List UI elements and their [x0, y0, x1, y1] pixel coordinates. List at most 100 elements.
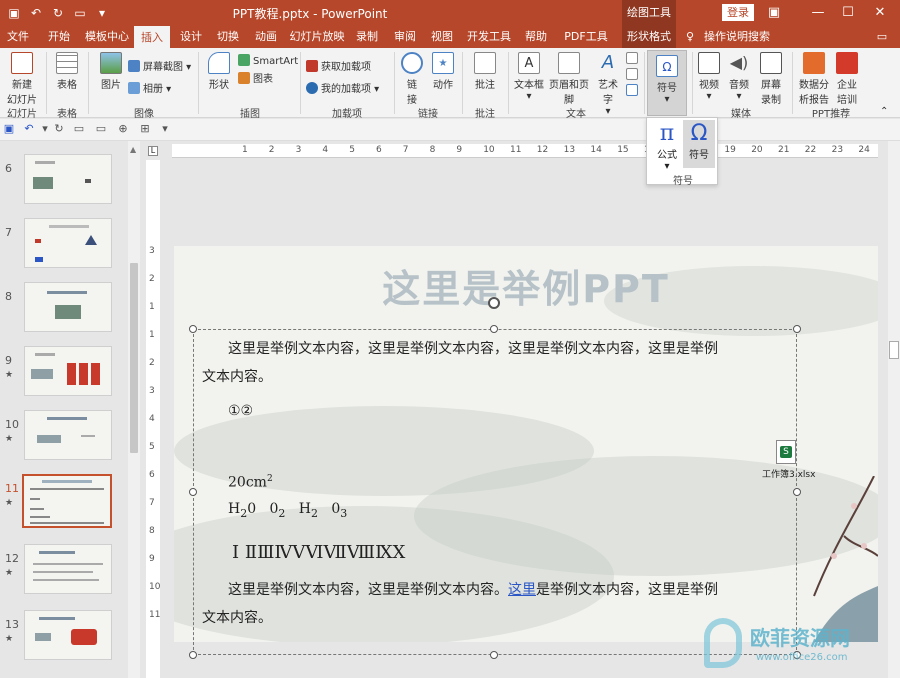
table-button[interactable]: 表格: [52, 52, 82, 91]
resize-handle[interactable]: [189, 651, 197, 659]
thumbnail-row[interactable]: 6: [0, 154, 126, 216]
tab-transitions[interactable]: 切换: [212, 26, 244, 48]
text-box-selected[interactable]: [193, 329, 797, 655]
resize-handle[interactable]: [793, 325, 801, 333]
chart-button[interactable]: 图表: [238, 70, 273, 85]
tab-home[interactable]: 开始: [42, 26, 76, 48]
customize-qat-icon[interactable]: ▾: [158, 122, 172, 136]
scroll-up-icon[interactable]: ▲: [130, 145, 136, 154]
thumbnail-row[interactable]: 11 ★: [0, 474, 126, 536]
format-painter-icon[interactable]: ⊞: [138, 122, 152, 136]
redo-icon[interactable]: ↻: [52, 122, 66, 136]
editor-scrollbar[interactable]: [888, 141, 900, 678]
thumbnail-row[interactable]: 10 ★: [0, 410, 126, 472]
roman-numerals[interactable]: Ⅰ ⅡⅢⅣⅤⅥⅦⅧⅨⅩ: [232, 538, 405, 568]
tab-animations[interactable]: 动画: [250, 26, 282, 48]
start-from-beginning-icon[interactable]: ▭: [72, 122, 86, 136]
tab-help[interactable]: 帮助: [520, 26, 552, 48]
thumbnail-row[interactable]: 7: [0, 218, 126, 280]
minimize-icon[interactable]: —: [808, 3, 828, 23]
collapse-ribbon-icon[interactable]: ⌃: [880, 106, 888, 117]
text-extras-column[interactable]: [624, 52, 640, 98]
paragraph-2-line-2[interactable]: 文本内容。: [202, 603, 272, 633]
new-slide-button[interactable]: 新建 幻灯片: [4, 52, 40, 106]
object-icon[interactable]: [626, 84, 638, 96]
slide-thumbnail-selected[interactable]: [22, 474, 112, 528]
textbox-button[interactable]: A 文本框 ▾: [512, 52, 546, 102]
excel-file-icon[interactable]: S: [776, 440, 796, 464]
audio-button[interactable]: ◀) 音频 ▾: [726, 52, 752, 102]
video-button[interactable]: 视频 ▾: [696, 52, 722, 102]
symbols-button[interactable]: Ω 符号 ▾: [647, 50, 687, 116]
tab-template-center[interactable]: 模板中心: [82, 26, 132, 48]
symbol-button[interactable]: Ω 符号: [683, 120, 715, 168]
tab-insert[interactable]: 插入: [134, 26, 170, 48]
tell-me-search[interactable]: 操作说明搜索: [700, 26, 774, 48]
resize-handle[interactable]: [793, 488, 801, 496]
data-analysis-button[interactable]: 数据分 析报告: [798, 52, 830, 106]
maximize-icon[interactable]: ☐: [838, 3, 858, 23]
close-icon[interactable]: ✕: [870, 3, 890, 23]
slide-number-icon[interactable]: [626, 68, 638, 80]
comment-button[interactable]: 批注: [470, 52, 500, 91]
tab-developer[interactable]: 开发工具: [466, 26, 512, 48]
tab-design[interactable]: 设计: [176, 26, 206, 48]
undo-dropdown-icon[interactable]: ▾: [38, 122, 52, 136]
scrollbar-thumb[interactable]: [889, 341, 899, 359]
paragraph-2-line-1[interactable]: 这里是举例文本内容，这里是举例文本内容。这里是举例文本内容，这里是举例: [228, 575, 718, 605]
smartart-button[interactable]: SmartArt: [238, 54, 298, 67]
tab-file[interactable]: 文件: [4, 26, 32, 48]
enterprise-training-button[interactable]: 企业 培训: [834, 52, 860, 106]
comments-icon[interactable]: ▭: [872, 26, 892, 48]
scrollbar-thumb[interactable]: [130, 263, 138, 453]
tab-record[interactable]: 录制: [352, 26, 382, 48]
resize-handle[interactable]: [490, 651, 498, 659]
screen-record-button[interactable]: 屏幕 录制: [756, 52, 786, 106]
slide-thumbnail[interactable]: [24, 410, 112, 460]
area-unit[interactable]: 20cm2: [228, 464, 273, 498]
tab-pdf-tools[interactable]: PDF工具集: [560, 26, 612, 65]
resize-handle[interactable]: [189, 325, 197, 333]
resize-handle[interactable]: [189, 488, 197, 496]
slide-title[interactable]: 这里是举例PPT: [174, 258, 878, 313]
album-button[interactable]: 相册 ▾: [128, 80, 171, 95]
hyperlink[interactable]: 这里: [508, 582, 536, 598]
thumbnail-row[interactable]: 12 ★: [0, 544, 126, 606]
chemical-formulas[interactable]: H20 02 H2 03: [228, 494, 347, 529]
equation-button[interactable]: π 公式 ▾: [651, 120, 683, 172]
tab-selector-icon[interactable]: L: [148, 146, 158, 156]
link-button[interactable]: 链 接: [400, 52, 424, 106]
slide-thumbnail[interactable]: [24, 544, 112, 594]
tab-review[interactable]: 审阅: [390, 26, 420, 48]
my-addins-button[interactable]: 我的加载项 ▾: [306, 80, 379, 95]
touch-mode-icon[interactable]: ⊕: [116, 122, 130, 136]
slide-thumbnail[interactable]: [24, 610, 112, 660]
get-addins-button[interactable]: 获取加载项: [306, 58, 371, 73]
circled-numbers[interactable]: ①②: [228, 396, 253, 426]
paragraph-1-line-1[interactable]: 这里是举例文本内容，这里是举例文本内容，这里是举例文本内容，这里是举例: [228, 334, 718, 364]
slide-thumbnail[interactable]: [24, 154, 112, 204]
undo-icon[interactable]: ↶: [22, 122, 36, 136]
slide-thumbnail[interactable]: [24, 282, 112, 332]
thumbnail-row[interactable]: 9 ★: [0, 346, 126, 408]
slide-thumbnail[interactable]: [24, 218, 112, 268]
present-icon[interactable]: ▭: [94, 122, 108, 136]
date-time-icon[interactable]: [626, 52, 638, 64]
paragraph-1-line-2[interactable]: 文本内容。: [202, 362, 272, 392]
thumbnail-row[interactable]: 13 ★: [0, 610, 126, 672]
save-icon[interactable]: ▣: [2, 122, 16, 136]
header-footer-button[interactable]: 页眉和页脚: [546, 52, 592, 106]
action-button[interactable]: ★ 动作: [430, 52, 456, 91]
tab-slideshow[interactable]: 幻灯片放映: [288, 26, 346, 48]
resize-handle[interactable]: [490, 325, 498, 333]
thumbnail-scrollbar[interactable]: ▲: [128, 141, 140, 678]
tab-view[interactable]: 视图: [426, 26, 458, 48]
login-button[interactable]: 登录: [722, 4, 754, 21]
screenshot-button[interactable]: 屏幕截图 ▾: [128, 58, 191, 73]
ribbon-display-icon[interactable]: ▣: [764, 3, 784, 23]
thumbnail-row[interactable]: 8: [0, 282, 126, 344]
rotate-handle[interactable]: [488, 297, 500, 309]
slide-thumbnail[interactable]: [24, 346, 112, 396]
picture-button[interactable]: 图片: [96, 52, 126, 91]
shapes-button[interactable]: 形状: [204, 52, 234, 91]
